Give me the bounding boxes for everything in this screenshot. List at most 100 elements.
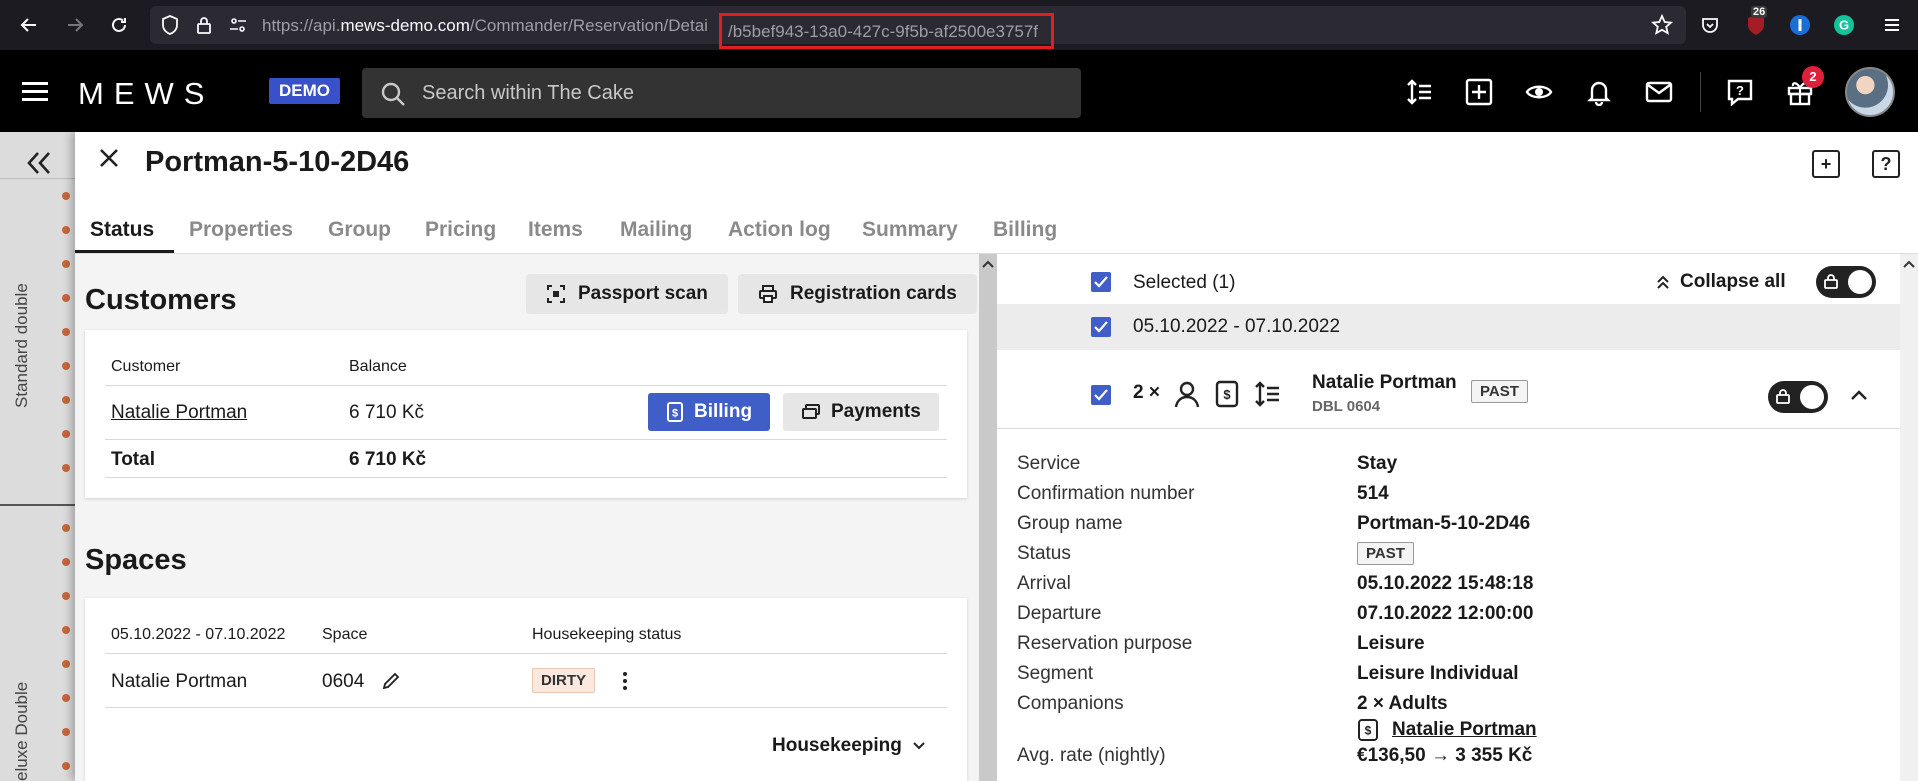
reservation-lock-toggle[interactable] xyxy=(1768,381,1828,413)
right-column: Selected (1) Collapse all 05.10.2022 - 0… xyxy=(997,254,1900,781)
collapse-double-chevron-icon[interactable] xyxy=(26,150,52,181)
confirmation-value: 514 xyxy=(1357,483,1389,504)
reload-icon[interactable] xyxy=(107,13,131,37)
back-icon[interactable] xyxy=(17,13,41,37)
add-icon[interactable] xyxy=(1463,76,1495,108)
avg-rate-value: €136,50 → 3 355 Kč xyxy=(1357,745,1533,766)
tab-summary[interactable]: Summary xyxy=(862,218,958,242)
tab-status[interactable]: Status xyxy=(90,218,154,242)
reservation-checkbox[interactable] xyxy=(1091,385,1111,405)
guest-name: Natalie Portman xyxy=(1312,372,1457,393)
collapse-all-button[interactable]: Collapse all xyxy=(1656,271,1786,293)
tab-properties[interactable]: Properties xyxy=(189,218,293,242)
reservation-dot xyxy=(62,592,70,600)
status-label: Status xyxy=(1017,543,1071,564)
eye-icon[interactable] xyxy=(1523,76,1555,108)
person-icon xyxy=(1174,380,1200,413)
search-input[interactable]: Search within The Cake xyxy=(362,68,1081,118)
header-divider xyxy=(1700,72,1701,112)
tab-items[interactable]: Items xyxy=(528,218,583,242)
notification-badge: 2 xyxy=(1802,66,1824,88)
tab-group[interactable]: Group xyxy=(328,218,391,242)
spaces-table: 05.10.2022 - 07.10.2022 Space Housekeepi… xyxy=(85,598,967,781)
chevron-up-icon[interactable] xyxy=(1849,388,1869,407)
shield-icon[interactable] xyxy=(158,13,182,37)
avg-rate-label: Avg. rate (nightly) xyxy=(1017,745,1166,766)
tab-mailing[interactable]: Mailing xyxy=(620,218,692,242)
status-badge: PAST xyxy=(1357,542,1414,565)
reservation-dot xyxy=(62,728,70,736)
reservation-dot xyxy=(62,362,70,370)
printer-icon xyxy=(759,285,777,303)
user-avatar[interactable] xyxy=(1845,67,1895,117)
payments-button[interactable]: Payments xyxy=(783,393,939,431)
tab-action-log[interactable]: Action log xyxy=(728,218,831,242)
space-guest-name: Natalie Portman xyxy=(111,671,248,692)
menu-icon[interactable] xyxy=(1880,13,1904,37)
help-icon[interactable]: ? xyxy=(1724,76,1756,108)
lock-icon[interactable] xyxy=(192,13,216,37)
arrival-value: 05.10.2022 15:48:18 xyxy=(1357,573,1534,594)
bell-icon[interactable] xyxy=(1583,76,1615,108)
lock-toggle[interactable] xyxy=(1816,266,1876,298)
mail-icon[interactable] xyxy=(1643,76,1675,108)
reservation-dot xyxy=(62,558,70,566)
hamburger-menu-icon[interactable] xyxy=(22,82,48,102)
mews-logo[interactable]: MEWS xyxy=(78,76,214,112)
reservation-dot xyxy=(62,294,70,302)
password-manager-icon[interactable] xyxy=(1788,13,1812,37)
select-all-checkbox[interactable] xyxy=(1091,272,1111,292)
permissions-icon[interactable] xyxy=(226,13,250,37)
reservation-dot xyxy=(62,762,70,770)
edit-pencil-icon[interactable] xyxy=(381,671,401,696)
svg-text:$: $ xyxy=(1365,724,1372,738)
help-icon[interactable]: ? xyxy=(1872,150,1900,178)
bookmark-star-icon[interactable] xyxy=(1650,13,1674,37)
svg-text:?: ? xyxy=(1736,83,1744,98)
pocket-icon[interactable] xyxy=(1698,13,1722,37)
payments-icon xyxy=(802,404,820,419)
bill-icon: $ xyxy=(1357,718,1379,747)
housekeeping-dropdown[interactable]: Housekeeping xyxy=(772,735,926,757)
date-group-checkbox[interactable] xyxy=(1091,317,1111,337)
extension-badge: 26 xyxy=(1751,6,1768,18)
customer-balance: 6 710 Kč xyxy=(349,402,424,423)
reservation-dot xyxy=(62,260,70,268)
reservation-dot xyxy=(62,226,70,234)
group-name-label: Group name xyxy=(1017,513,1123,534)
companions-label: Companions xyxy=(1017,693,1124,714)
selected-count: Selected (1) xyxy=(1133,272,1236,293)
housekeeping-status-badge: DIRTY xyxy=(532,668,595,693)
demo-badge: DEMO xyxy=(269,78,340,104)
search-icon xyxy=(380,81,406,112)
departure-label: Departure xyxy=(1017,603,1102,624)
sort-rooms-icon[interactable] xyxy=(1403,76,1435,108)
registration-cards-button[interactable]: Registration cards xyxy=(738,274,977,314)
add-icon[interactable]: + xyxy=(1812,150,1840,178)
reservation-dot xyxy=(62,464,70,472)
column-space: Space xyxy=(322,626,368,643)
tab-pricing[interactable]: Pricing xyxy=(425,218,496,242)
billing-button[interactable]: $ Billing xyxy=(648,393,771,431)
customer-name-link[interactable]: Natalie Portman xyxy=(111,402,247,424)
more-options-icon[interactable] xyxy=(621,670,629,697)
companion-name-link[interactable]: Natalie Portman xyxy=(1392,719,1537,741)
passport-scan-button[interactable]: Passport scan xyxy=(526,274,728,314)
search-placeholder: Search within The Cake xyxy=(422,82,634,104)
collapse-all-label: Collapse all xyxy=(1680,271,1786,292)
address-bar[interactable]: https://api.mews-demo.com/Commander/Rese… xyxy=(150,6,1686,49)
left-scrollbar[interactable] xyxy=(979,254,997,781)
forward-icon[interactable] xyxy=(63,13,87,37)
chevron-down-icon xyxy=(913,742,925,750)
left-column: Customers Passport scan Registration car… xyxy=(75,254,979,781)
right-scrollbar[interactable] xyxy=(1900,254,1918,781)
billing-label: Billing xyxy=(694,401,753,422)
grammarly-icon[interactable]: G xyxy=(1832,13,1856,37)
close-icon[interactable] xyxy=(97,146,121,175)
column-customer: Customer xyxy=(111,358,181,375)
tab-billing[interactable]: Billing xyxy=(993,218,1057,242)
registration-cards-label: Registration cards xyxy=(790,283,957,304)
row-divider xyxy=(105,385,947,386)
bill-icon: $ xyxy=(667,402,683,422)
timeline-background: Standard double eluxe Double xyxy=(0,132,75,781)
